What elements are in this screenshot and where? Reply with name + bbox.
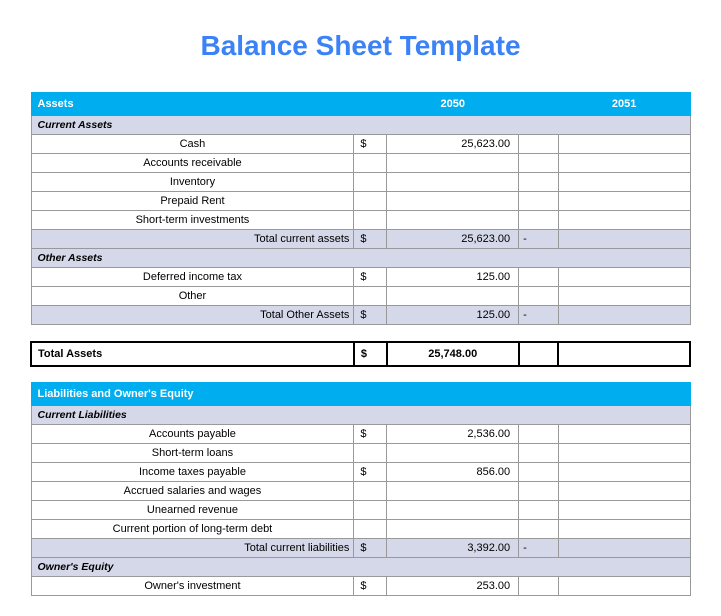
currency-symbol: $ xyxy=(354,577,387,596)
row-label: Income taxes payable xyxy=(31,463,354,482)
balance-sheet-table: Assets 2050 2051 Current Assets Cash $ 2… xyxy=(30,92,691,596)
table-row: Prepaid Rent xyxy=(31,192,690,211)
currency-symbol: $ xyxy=(354,268,387,287)
table-row: Unearned revenue xyxy=(31,501,690,520)
subsection-owners-equity: Owner's Equity xyxy=(31,558,690,577)
table-row: Accounts receivable xyxy=(31,154,690,173)
row-label: Unearned revenue xyxy=(31,501,354,520)
total-label: Total current assets xyxy=(31,230,354,249)
page-title: Balance Sheet Template xyxy=(30,30,691,62)
cell-value: 25,623.00 xyxy=(387,230,519,249)
row-label: Short-term loans xyxy=(31,444,354,463)
table-row: Accounts payable $ 2,536.00 xyxy=(31,425,690,444)
grand-total-label: Total Assets xyxy=(31,342,354,366)
row-label: Accounts receivable xyxy=(31,154,354,173)
table-row: Other xyxy=(31,287,690,306)
row-label: Cash xyxy=(31,135,354,154)
row-label: Inventory xyxy=(31,173,354,192)
row-label: Short-term investments xyxy=(31,211,354,230)
dash-placeholder: - xyxy=(519,230,559,249)
cell-value: 2,536.00 xyxy=(387,425,519,444)
section-title: Liabilities and Owner's Equity xyxy=(31,383,690,406)
currency-symbol: $ xyxy=(354,230,387,249)
total-label: Total current liabilities xyxy=(31,539,354,558)
total-current-assets: Total current assets $ 25,623.00 - xyxy=(31,230,690,249)
row-label: Other xyxy=(31,287,354,306)
row-label: Accounts payable xyxy=(31,425,354,444)
cell-value: 125.00 xyxy=(387,306,519,325)
currency-symbol: $ xyxy=(354,425,387,444)
currency-symbol: $ xyxy=(354,306,387,325)
section-title: Assets xyxy=(31,93,354,116)
dash-placeholder: - xyxy=(519,306,559,325)
section-header-liabilities: Liabilities and Owner's Equity xyxy=(31,383,690,406)
cell-value: 3,392.00 xyxy=(387,539,519,558)
total-assets: Total Assets $ 25,748.00 xyxy=(31,342,690,366)
section-header-assets: Assets 2050 2051 xyxy=(31,93,690,116)
row-label: Prepaid Rent xyxy=(31,192,354,211)
subsection-current-assets: Current Assets xyxy=(31,116,690,135)
row-label: Deferred income tax xyxy=(31,268,354,287)
subsection-current-liabilities: Current Liabilities xyxy=(31,406,690,425)
currency-symbol: $ xyxy=(354,135,387,154)
currency-symbol: $ xyxy=(354,342,387,366)
cell-value: 125.00 xyxy=(387,268,519,287)
table-row: Income taxes payable $ 856.00 xyxy=(31,463,690,482)
table-row: Inventory xyxy=(31,173,690,192)
row-label: Owner's investment xyxy=(31,577,354,596)
currency-symbol: $ xyxy=(354,463,387,482)
year-2: 2051 xyxy=(558,93,690,116)
table-row: Short-term loans xyxy=(31,444,690,463)
row-label: Current portion of long-term debt xyxy=(31,520,354,539)
table-row: Current portion of long-term debt xyxy=(31,520,690,539)
table-row: Cash $ 25,623.00 xyxy=(31,135,690,154)
cell-value: 856.00 xyxy=(387,463,519,482)
subsection-other-assets: Other Assets xyxy=(31,249,690,268)
total-label: Total Other Assets xyxy=(31,306,354,325)
dash-placeholder: - xyxy=(519,539,559,558)
total-other-assets: Total Other Assets $ 125.00 - xyxy=(31,306,690,325)
row-label: Accrued salaries and wages xyxy=(31,482,354,501)
table-row: Short-term investments xyxy=(31,211,690,230)
year-1: 2050 xyxy=(387,93,519,116)
cell-value: 253.00 xyxy=(387,577,519,596)
currency-symbol: $ xyxy=(354,539,387,558)
table-row: Deferred income tax $ 125.00 xyxy=(31,268,690,287)
cell-value: 25,748.00 xyxy=(387,342,519,366)
cell-value: 25,623.00 xyxy=(387,135,519,154)
table-row: Owner's investment $ 253.00 xyxy=(31,577,690,596)
total-current-liabilities: Total current liabilities $ 3,392.00 - xyxy=(31,539,690,558)
table-row: Accrued salaries and wages xyxy=(31,482,690,501)
